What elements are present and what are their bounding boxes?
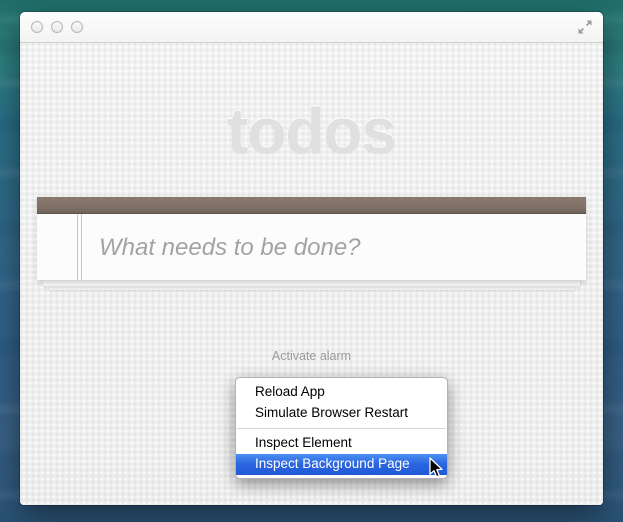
- menu-item-reload-app[interactable]: Reload App: [236, 382, 447, 403]
- fullscreen-icon[interactable]: [576, 18, 594, 36]
- app-window: todos Activate alarm Reload App Simulate…: [20, 12, 603, 505]
- context-menu: Reload App Simulate Browser Restart Insp…: [235, 377, 448, 479]
- todomvc-page: todos Activate alarm Reload App Simulate…: [20, 43, 603, 505]
- menu-item-inspect-background-page[interactable]: Inspect Background Page: [236, 454, 447, 475]
- notebook-margin-line: [81, 214, 82, 280]
- menu-separator: [237, 428, 446, 429]
- close-button[interactable]: [31, 21, 43, 33]
- notebook-margin-line: [77, 214, 78, 280]
- page-title: todos: [20, 43, 603, 163]
- card-top-bar: [37, 197, 586, 214]
- menu-item-inspect-element[interactable]: Inspect Element: [236, 433, 447, 454]
- window-titlebar: [20, 12, 603, 43]
- new-todo-input[interactable]: [97, 214, 578, 282]
- minimize-button[interactable]: [51, 21, 63, 33]
- new-todo-card: [37, 197, 586, 280]
- activate-alarm-label[interactable]: Activate alarm: [20, 349, 603, 363]
- new-todo-row: [37, 214, 586, 280]
- zoom-button[interactable]: [71, 21, 83, 33]
- menu-item-simulate-browser-restart[interactable]: Simulate Browser Restart: [236, 403, 447, 424]
